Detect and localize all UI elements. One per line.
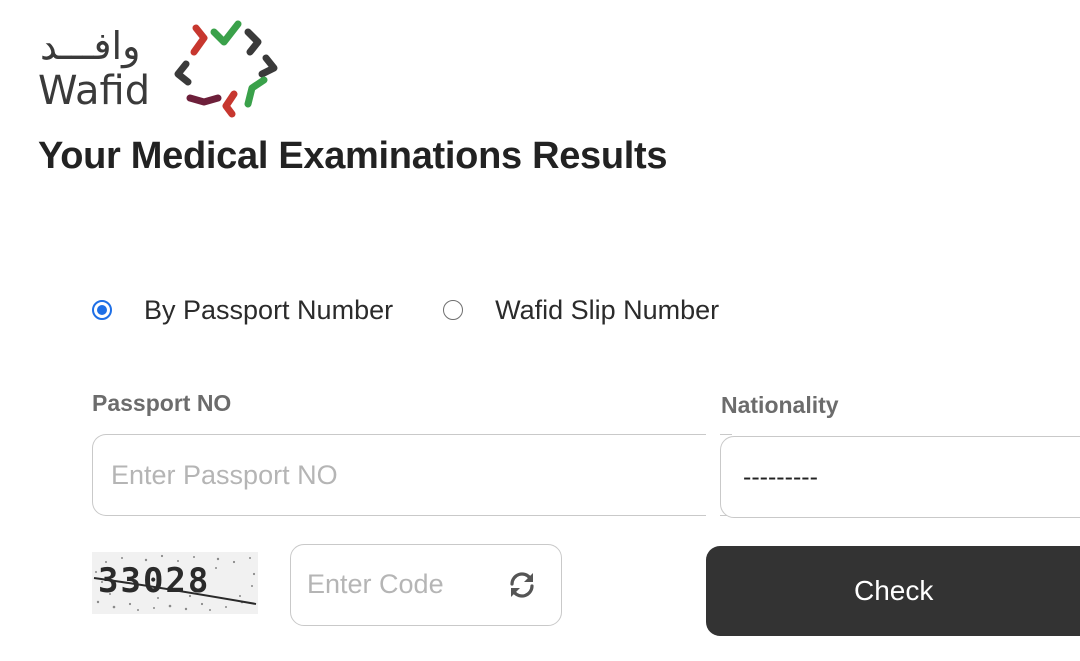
radio-label-wafid-slip-number: Wafid Slip Number — [495, 294, 720, 325]
nationality-selected-value: --------- — [743, 462, 818, 491]
nationality-label: Nationality — [721, 392, 839, 418]
radio-label-by-passport-number: By Passport Number — [144, 294, 394, 325]
passport-no-input[interactable] — [92, 434, 732, 516]
page-title: Your Medical Examinations Results — [38, 135, 668, 177]
radio-wafid-slip-number[interactable]: Wafid Slip Number — [443, 295, 719, 326]
refresh-icon[interactable] — [507, 570, 537, 600]
passport-no-label: Passport NO — [92, 390, 232, 416]
captcha-code-box — [290, 544, 562, 626]
wafid-logo-mark-icon — [174, 20, 278, 118]
logo-arabic-text: وافـــد — [40, 24, 141, 68]
captcha-image: 33028 — [92, 552, 258, 614]
radio-by-passport-number[interactable]: By Passport Number — [92, 295, 393, 326]
field-divider — [706, 430, 720, 522]
nationality-select[interactable]: --------- — [720, 436, 1080, 518]
logo-latin-text: Wafid — [38, 68, 151, 114]
radio-button-unchecked[interactable] — [443, 300, 464, 320]
radio-button-checked[interactable] — [92, 300, 112, 320]
captcha-code-input[interactable] — [291, 545, 491, 624]
check-button-label: Check — [854, 575, 934, 606]
page: وافـــد Wafid Your Medical Examinations … — [0, 0, 1080, 661]
search-mode-radio-group: By Passport Number Wafid Slip Number — [92, 290, 769, 330]
wafid-logo[interactable]: وافـــد Wafid — [38, 18, 288, 118]
check-button[interactable]: Check — [706, 546, 1080, 636]
